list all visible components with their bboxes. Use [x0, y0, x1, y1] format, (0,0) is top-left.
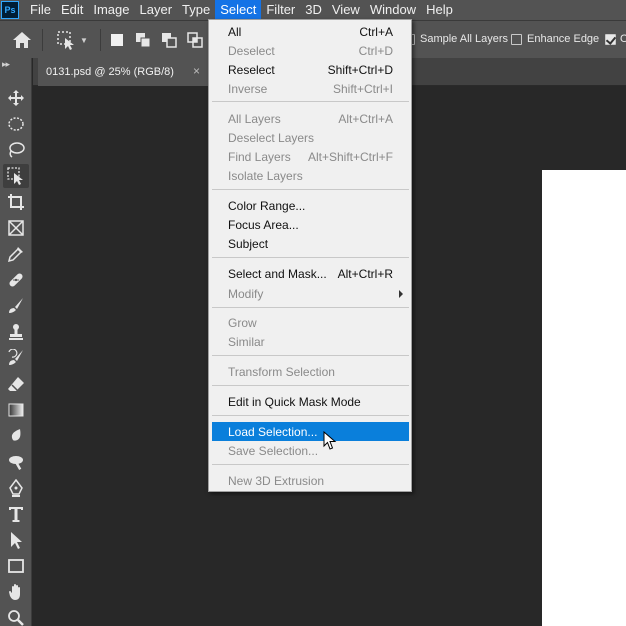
menu-item-deselect[interactable]: Deselect Ctrl+D — [212, 41, 409, 60]
path-selection-tool-icon[interactable] — [3, 528, 29, 552]
chevron-down-icon[interactable]: ▼ — [80, 36, 88, 45]
menu-file[interactable]: File — [25, 0, 56, 20]
zoom-tool-icon[interactable] — [3, 606, 29, 626]
subtract-from-selection-icon[interactable] — [160, 31, 178, 49]
menu-bar: Ps File Edit Image Layer Type Select Fil… — [0, 0, 626, 20]
home-icon[interactable] — [12, 31, 32, 49]
close-icon[interactable]: × — [193, 64, 200, 78]
collapse-icon[interactable]: ▸▸ — [2, 59, 10, 70]
menu-item-find-layers[interactable]: Find Layers Alt+Shift+Ctrl+F — [212, 147, 409, 166]
menu-item-deselect-layers[interactable]: Deselect Layers — [212, 128, 409, 147]
enhance-edge-label: Enhance Edge — [527, 33, 600, 45]
object-selection-tool-icon[interactable] — [3, 164, 29, 188]
menu-window[interactable]: Window — [365, 0, 421, 20]
hand-tool-icon[interactable] — [3, 580, 29, 604]
options-truncated-label: O — [620, 33, 626, 45]
menu-item-subject[interactable]: Subject — [212, 234, 409, 253]
menu-item-quick-mask[interactable]: Edit in Quick Mask Mode — [212, 392, 409, 411]
enhance-edge-checkbox[interactable] — [511, 34, 522, 45]
menu-separator — [212, 101, 409, 102]
menu-view[interactable]: View — [327, 0, 365, 20]
blur-tool-icon[interactable] — [3, 424, 29, 448]
menu-select[interactable]: Select — [215, 0, 262, 20]
tools-panel: ▸▸ — [0, 58, 32, 626]
menu-item-load-selection[interactable]: Load Selection... — [212, 422, 409, 441]
lasso-tool-icon[interactable] — [3, 138, 29, 162]
options-checkbox[interactable] — [605, 34, 616, 45]
menu-3d[interactable]: 3D — [300, 0, 327, 20]
menu-item-reselect[interactable]: Reselect Shift+Ctrl+D — [212, 60, 409, 79]
menu-item-save-selection[interactable]: Save Selection... — [212, 441, 409, 460]
menu-item-all[interactable]: All Ctrl+A — [212, 22, 409, 41]
gradient-tool-icon[interactable] — [3, 398, 29, 422]
photoshop-logo: Ps — [1, 1, 19, 19]
menu-filter[interactable]: Filter — [261, 0, 300, 20]
healing-brush-tool-icon[interactable] — [3, 268, 29, 292]
menu-layer[interactable]: Layer — [135, 0, 178, 20]
photoshop-window: Ps File Edit Image Layer Type Select Fil… — [0, 0, 626, 626]
menu-item-all-layers[interactable]: All Layers Alt+Ctrl+A — [212, 109, 409, 128]
frame-tool-icon[interactable] — [3, 216, 29, 240]
mouse-cursor-icon — [323, 430, 337, 451]
menu-item-isolate-layers[interactable]: Isolate Layers — [212, 166, 409, 185]
menu-separator — [212, 355, 409, 356]
menu-item-color-range[interactable]: Color Range... — [212, 196, 409, 215]
history-brush-tool-icon[interactable] — [3, 346, 29, 370]
crop-tool-icon[interactable] — [3, 190, 29, 214]
menu-item-new-3d-extrusion[interactable]: New 3D Extrusion — [212, 471, 409, 490]
sample-all-layers-label: Sample All Layers — [420, 33, 509, 45]
eyedropper-tool-icon[interactable] — [3, 242, 29, 266]
menu-separator — [212, 464, 409, 465]
marquee-tool-icon[interactable] — [3, 112, 29, 136]
menu-separator — [212, 189, 409, 190]
menu-separator — [212, 385, 409, 386]
object-selection-tool-preset-icon[interactable] — [56, 30, 76, 50]
pen-tool-icon[interactable] — [3, 476, 29, 500]
menu-item-select-and-mask[interactable]: Select and Mask... Alt+Ctrl+R — [212, 264, 409, 283]
menu-type[interactable]: Type — [177, 0, 215, 20]
submenu-arrow-icon — [399, 290, 403, 298]
menu-item-grow[interactable]: Grow — [212, 313, 409, 332]
options-divider — [42, 29, 43, 51]
document-canvas[interactable] — [542, 170, 626, 626]
move-tool-icon[interactable] — [3, 86, 29, 110]
select-menu-dropdown: All Ctrl+A Deselect Ctrl+D Reselect Shift+C… — [208, 19, 412, 492]
menu-item-inverse[interactable]: Inverse Shift+Ctrl+I — [212, 79, 409, 98]
menu-item-modify[interactable]: Modify — [212, 284, 409, 303]
clone-stamp-tool-icon[interactable] — [3, 320, 29, 344]
intersect-selection-icon[interactable] — [186, 31, 204, 49]
menu-item-focus-area[interactable]: Focus Area... — [212, 215, 409, 234]
menu-separator — [212, 257, 409, 258]
document-tab-title: 0131.psd @ 25% (RGB/8) — [46, 66, 174, 78]
eraser-tool-icon[interactable] — [3, 372, 29, 396]
menu-separator — [212, 307, 409, 308]
menu-help[interactable]: Help — [421, 0, 458, 20]
menu-item-transform-selection[interactable]: Transform Selection — [212, 362, 409, 381]
options-divider — [100, 29, 101, 51]
rectangle-tool-icon[interactable] — [3, 554, 29, 578]
document-tab[interactable]: 0131.psd @ 25% (RGB/8) × — [38, 58, 208, 86]
add-to-selection-icon[interactable] — [134, 31, 152, 49]
menu-image[interactable]: Image — [88, 0, 134, 20]
menu-edit[interactable]: Edit — [56, 0, 88, 20]
brush-tool-icon[interactable] — [3, 294, 29, 318]
dodge-tool-icon[interactable] — [3, 450, 29, 474]
menu-separator — [212, 415, 409, 416]
new-selection-icon[interactable] — [108, 31, 126, 49]
menu-item-similar[interactable]: Similar — [212, 332, 409, 351]
type-tool-icon[interactable] — [3, 502, 29, 526]
